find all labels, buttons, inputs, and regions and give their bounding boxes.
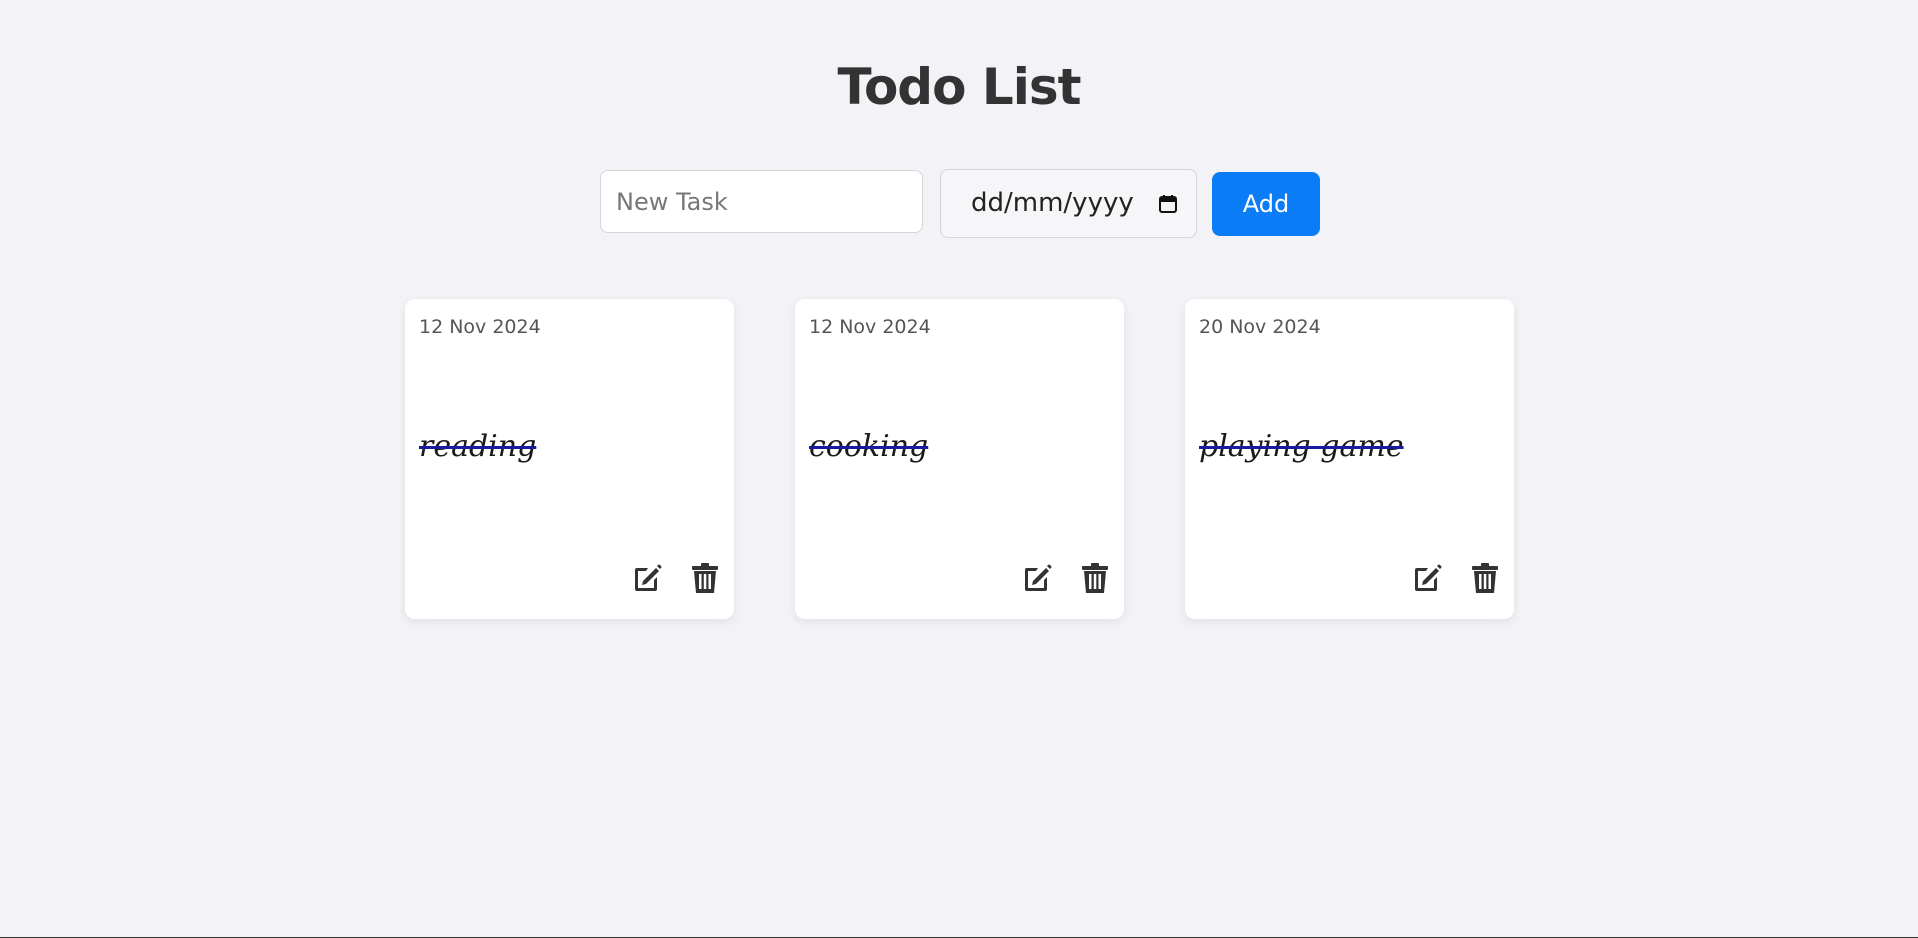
edit-icon [1025,564,1052,591]
edit-icon [635,564,662,591]
add-button[interactable]: Add [1212,172,1320,236]
task-actions [1410,561,1502,597]
trash-icon [692,563,718,593]
calendar-icon[interactable] [1158,194,1178,214]
edit-icon [1415,564,1442,591]
trash-icon [1082,563,1108,593]
task-title[interactable]: reading [419,429,536,464]
task-card: 12 Nov 2024 cooking [795,299,1124,619]
task-date: 12 Nov 2024 [809,316,931,338]
edit-button[interactable] [630,561,664,595]
edit-button[interactable] [1020,561,1054,595]
date-input[interactable]: dd/mm/yyyy [940,169,1197,238]
new-task-input[interactable] [600,170,923,233]
task-actions [1020,561,1112,597]
task-title[interactable]: playing game [1199,429,1404,464]
task-date: 12 Nov 2024 [419,316,541,338]
trash-icon [1472,563,1498,593]
edit-button[interactable] [1410,561,1444,595]
task-actions [630,561,722,597]
task-title[interactable]: cooking [809,429,928,464]
delete-button[interactable] [1468,561,1502,595]
task-card: 12 Nov 2024 reading [405,299,734,619]
delete-button[interactable] [1078,561,1112,595]
date-placeholder: dd/mm/yyyy [971,188,1134,218]
task-date: 20 Nov 2024 [1199,316,1321,338]
delete-button[interactable] [688,561,722,595]
task-card: 20 Nov 2024 playing game [1185,299,1514,619]
page-title: Todo List [837,58,1081,116]
